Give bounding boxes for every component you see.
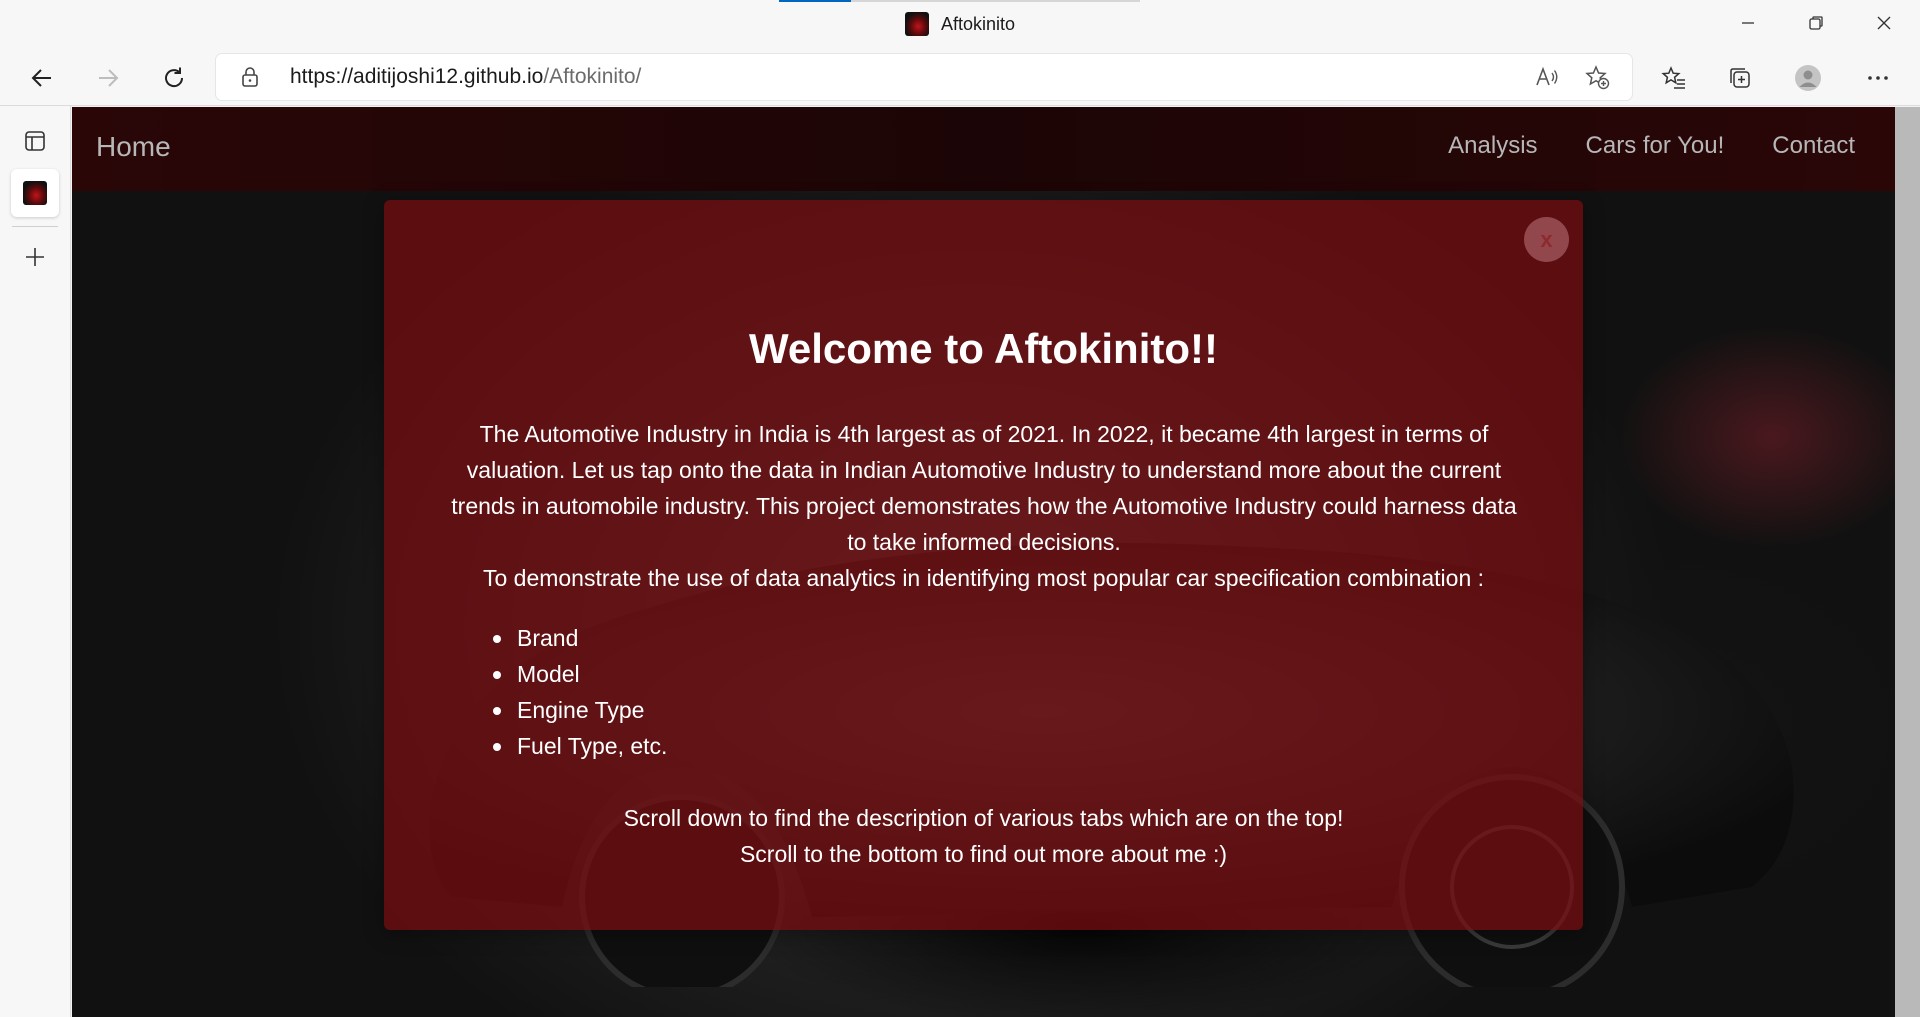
back-button[interactable] — [20, 56, 64, 100]
nav-links: Analysis Cars for You! Contact — [1448, 132, 1855, 160]
nav-home-link[interactable]: Home — [96, 131, 171, 163]
forward-icon — [99, 69, 119, 87]
back-icon — [31, 69, 51, 87]
forward-button[interactable] — [86, 56, 130, 100]
nav-link-contact[interactable]: Contact — [1772, 132, 1855, 160]
list-item: Engine Type — [492, 692, 667, 728]
modal-purpose-text: To demonstrate the use of data analytics… — [482, 565, 1485, 591]
site-favicon-icon — [904, 12, 929, 36]
url-path: /Aftokinito/ — [543, 65, 642, 88]
list-item: Fuel Type, etc. — [492, 728, 667, 764]
sidebar-divider — [12, 226, 58, 227]
restore-button[interactable] — [1782, 0, 1850, 46]
restore-icon — [1809, 16, 1823, 30]
vertical-tabs-sidebar — [0, 106, 71, 1017]
minimize-icon — [1742, 22, 1754, 24]
list-item: Brand — [492, 620, 667, 656]
modal-close-button[interactable]: x — [1524, 217, 1569, 262]
more-button[interactable] — [1856, 56, 1900, 100]
add-favorite-icon[interactable] — [1584, 64, 1610, 90]
refresh-button[interactable] — [152, 56, 196, 100]
nav-link-analysis[interactable]: Analysis — [1448, 132, 1537, 160]
more-icon — [1868, 76, 1888, 80]
title-bar: Aftokinito — [0, 0, 1920, 50]
close-window-button[interactable] — [1850, 0, 1918, 46]
list-item: Model — [492, 656, 667, 692]
window-title: Aftokinito — [0, 12, 1920, 36]
modal-outro-line-2: Scroll to the bottom to find out more ab… — [739, 841, 1228, 867]
tab-aftokinito[interactable] — [11, 169, 59, 217]
site-navbar: Home Analysis Cars for You! Contact — [72, 107, 1895, 191]
nav-link-cars-for-you[interactable]: Cars for You! — [1586, 132, 1725, 160]
close-icon — [1877, 16, 1891, 30]
spec-list: Brand Model Engine Type Fuel Type, etc. — [492, 620, 667, 764]
favorites-button[interactable] — [1652, 56, 1696, 100]
page-viewport: Home Analysis Cars for You! Contact x We… — [72, 107, 1895, 1017]
url-host: https://aditijoshi12.github.io — [290, 65, 544, 88]
site-favicon — [23, 181, 47, 205]
refresh-icon — [165, 67, 184, 88]
profile-avatar — [1795, 65, 1821, 91]
browser-toolbar: https://aditijoshi12.github.io/Aftokinit… — [0, 50, 1920, 106]
read-aloud-icon[interactable] — [1534, 64, 1560, 90]
collections-button[interactable] — [1718, 56, 1762, 100]
url-text[interactable]: https://aditijoshi12.github.io/Aftokinit… — [290, 65, 641, 89]
modal-intro-text: The Automotive Industry in India is 4th … — [451, 421, 1517, 555]
profile-button[interactable] — [1786, 56, 1830, 100]
collections-icon — [1730, 68, 1750, 88]
page-scrollbar[interactable] — [1895, 107, 1920, 1017]
tab-strip-indicator — [779, 0, 1140, 2]
favorites-icon — [1661, 66, 1685, 89]
tab-actions-icon — [25, 131, 45, 151]
welcome-modal: x Welcome to Aftokinito!! The Automotive… — [384, 200, 1583, 930]
active-tab-indicator — [779, 0, 851, 2]
new-tab-button[interactable] — [11, 233, 59, 281]
modal-outro-line-1: Scroll down to find the description of v… — [623, 805, 1344, 831]
address-bar[interactable]: https://aditijoshi12.github.io/Aftokinit… — [216, 54, 1632, 100]
window-title-text: Aftokinito — [940, 14, 1016, 34]
modal-title: Welcome to Aftokinito!! — [749, 325, 1218, 372]
modal-outro: Scroll down to find the description of v… — [384, 800, 1583, 872]
lock-icon[interactable] — [238, 65, 262, 89]
new-tab-icon — [26, 248, 44, 266]
tab-actions-button[interactable] — [11, 117, 59, 165]
minimize-button[interactable] — [1714, 0, 1782, 46]
